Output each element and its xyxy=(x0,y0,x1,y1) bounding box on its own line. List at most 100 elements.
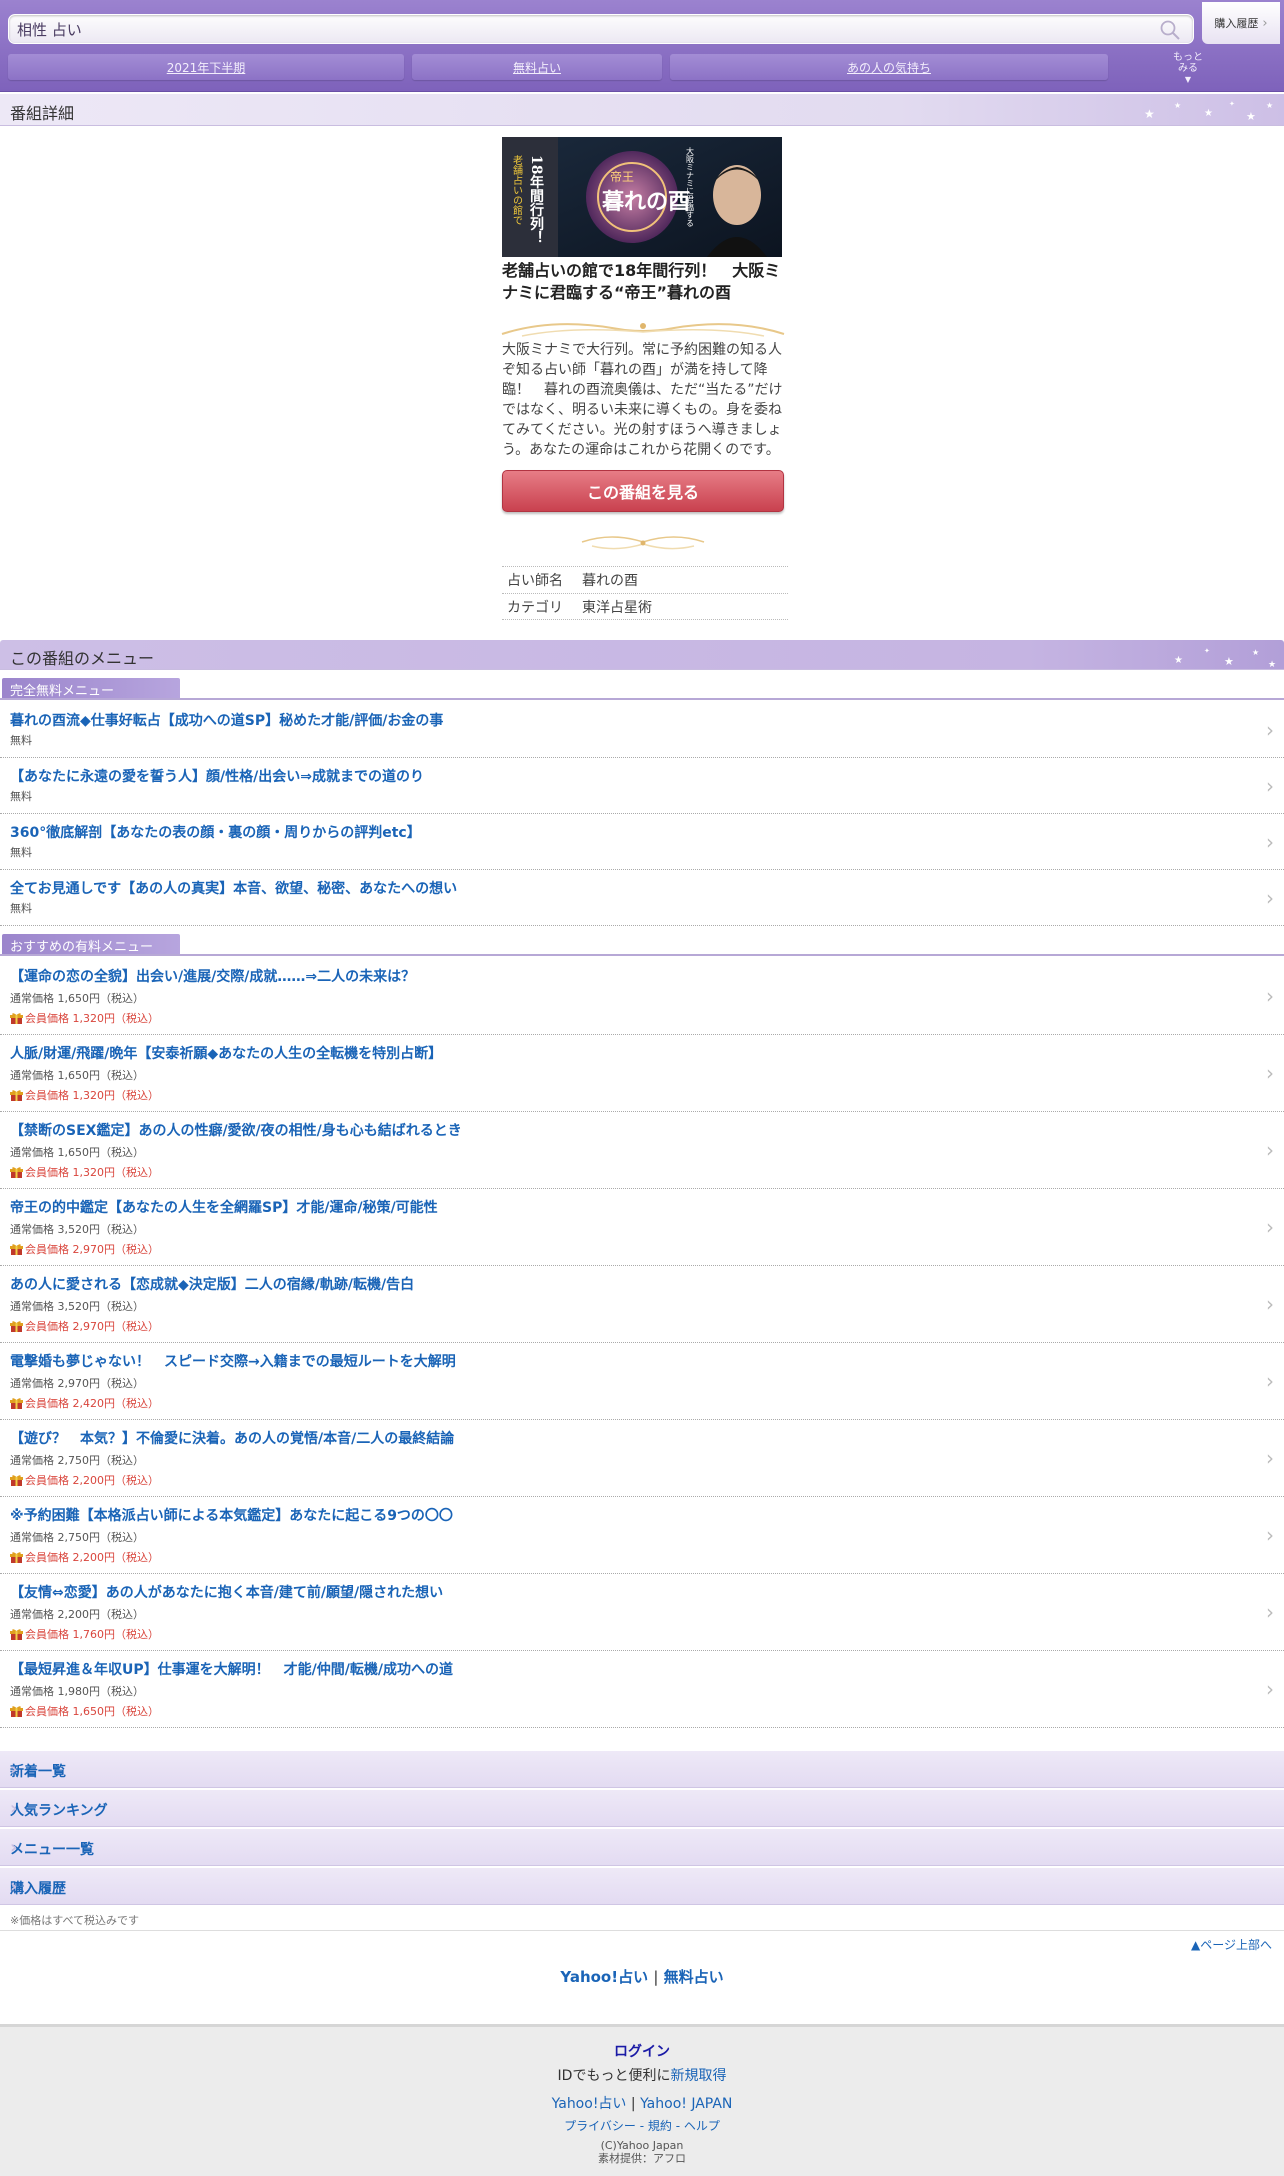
tab-their-feelings[interactable]: あの人の気持ち xyxy=(670,54,1108,80)
chevron-down-icon: ▼ xyxy=(1184,75,1192,84)
privacy-link[interactable]: プライバシー xyxy=(564,2119,636,2133)
purchase-history-link[interactable]: 購入履歴 › xyxy=(0,1867,1284,1905)
tab-free-fortune[interactable]: 無料占い xyxy=(412,54,662,80)
svg-text:★: ★ xyxy=(1204,108,1213,119)
member-gift-icon xyxy=(10,1475,23,1486)
menu-item-title: 【友情⇔恋愛】あの人があなたに抱く本音/建て前/願望/隠された想い xyxy=(10,1585,444,1601)
member-price-row: 会員価格 2,200円（税込） xyxy=(10,1549,159,1565)
member-price: 会員価格 2,200円（税込） xyxy=(25,1551,159,1564)
purchase-history-button[interactable]: 購入履歴 › xyxy=(1202,2,1280,44)
material-credit: 素材提供：アフロ xyxy=(598,2152,686,2165)
id-promo-text: IDでもっと便利に xyxy=(557,2068,671,2084)
menu-item-price: 無料 xyxy=(10,846,32,859)
member-price-row: 会員価格 1,320円（税込） xyxy=(10,1164,159,1180)
member-gift-icon xyxy=(10,1398,23,1409)
program-detail-header: 番組詳細 ★ ★ ★ ✦ ★ ★ xyxy=(0,94,1284,126)
member-price-row: 会員価格 1,650円（税込） xyxy=(10,1703,159,1719)
paid-menu-item[interactable]: 【禁断のSEX鑑定】あの人の性癖/愛欲/夜の相性/身も心も結ばれるとき 通常価格 … xyxy=(0,1112,1284,1189)
member-price: 会員価格 1,650円（税込） xyxy=(25,1705,159,1718)
paid-menu-item[interactable]: 人脈/財運/飛躍/晩年【安泰祈願◆あなたの人生の全転機を特別占断】 通常価格 1,… xyxy=(0,1035,1284,1112)
menu-item-title: ※予約困難【本格派占い師による本気鑑定】あなたに起こる9つの〇〇 xyxy=(10,1508,453,1524)
paid-menu-label: おすすめの有料メニュー xyxy=(2,934,180,955)
paid-menu-item[interactable]: 電撃婚も夢じゃない！ スピード交際→入籍までの最短ルートを大解明 通常価格 2,9… xyxy=(0,1343,1284,1420)
login-link[interactable]: ログイン xyxy=(0,2041,1284,2061)
svg-text:✦: ✦ xyxy=(1204,647,1210,655)
normal-price: 通常価格 2,970円（税込） xyxy=(10,1377,144,1390)
help-link[interactable]: ヘルプ xyxy=(684,2119,720,2133)
free-menu-item[interactable]: 【あなたに永遠の愛を誓う人】顔/性格/出会い⇒成就までの道のり 無料 › xyxy=(0,758,1284,814)
search-box[interactable] xyxy=(8,14,1194,44)
new-arrivals-link[interactable]: 新着一覧 › xyxy=(0,1750,1284,1788)
member-price-row: 会員価格 2,420円（税込） xyxy=(10,1395,159,1411)
menu-item-title: 人脈/財運/飛躍/晩年【安泰祈願◆あなたの人生の全転機を特別占断】 xyxy=(10,1046,443,1062)
chevron-right-icon: › xyxy=(1262,15,1268,31)
menu-item-title: 電撃婚も夢じゃない！ スピード交際→入籍までの最短ルートを大解明 xyxy=(10,1354,456,1370)
paid-menu-item[interactable]: 帝王の的中鑑定【あなたの人生を全網羅SP】才能/運命/秘策/可能性 通常価格 3,… xyxy=(0,1189,1284,1266)
yahoo-uranai-link[interactable]: Yahoo!占い xyxy=(560,1968,648,1986)
member-price: 会員価格 1,320円（税込） xyxy=(25,1166,159,1179)
info-row-category: カテゴリ 東洋占星術 xyxy=(502,593,788,620)
member-gift-icon xyxy=(10,1244,23,1255)
member-gift-icon xyxy=(10,1090,23,1101)
normal-price: 通常価格 2,200円（税込） xyxy=(10,1608,144,1621)
paid-menu-item[interactable]: あの人に愛される【恋成就◆決定版】二人の宿縁/軌跡/転機/告白 通常価格 3,52… xyxy=(0,1266,1284,1343)
paid-menu-item[interactable]: 【運命の恋の全貌】出会い/進展/交際/成就……⇒二人の未来は？ 通常価格 1,65… xyxy=(0,958,1284,1035)
footer-yahoo-links: Yahoo!占い | Yahoo! JAPAN xyxy=(0,2093,1284,2113)
tax-note: ※価格はすべて税込みです xyxy=(10,1914,140,1927)
chevron-right-icon: › xyxy=(10,1759,18,1780)
search-icon[interactable] xyxy=(1159,19,1181,41)
paid-menu-item[interactable]: ※予約困難【本格派占い師による本気鑑定】あなたに起こる9つの〇〇 通常価格 2,7… xyxy=(0,1497,1284,1574)
tab-2021-second-half[interactable]: 2021年下半期 xyxy=(8,54,404,80)
terms-link[interactable]: 規約 xyxy=(648,2119,672,2133)
normal-price: 通常価格 1,650円（税込） xyxy=(10,1146,144,1159)
chevron-right-icon: › xyxy=(1266,885,1274,910)
banner-text-left2: 18年間行列！ xyxy=(528,155,545,244)
member-gift-icon xyxy=(10,1321,23,1332)
menu-item-title: 【最短昇進＆年収UP】仕事運を大解明！ 才能/仲間/転機/成功への道 xyxy=(10,1662,453,1678)
footer-policy-links: プライバシー - 規約 - ヘルプ xyxy=(564,2119,720,2133)
sparkle-decoration-icon: ★ ✦ ★ ★ ★ xyxy=(1174,647,1276,670)
member-price-row: 会員価格 2,970円（税込） xyxy=(10,1241,159,1257)
yahoo-japan-link[interactable]: Yahoo! JAPAN xyxy=(640,2096,732,2112)
header: 購入履歴 › 2021年下半期 無料占い あの人の気持ち もっと みる ▼ xyxy=(0,0,1284,92)
free-menu-item[interactable]: 暮れの酉流◆仕事好転占【成功への道SP】秘めた才能/評価/お金の事 無料 › xyxy=(0,702,1284,758)
paid-menu-item[interactable]: 【遊び？ 本気？】不倫愛に決着。あの人の覚悟/本音/二人の最終結論 通常価格 2,… xyxy=(0,1420,1284,1497)
free-menu-item[interactable]: 360°徹底解剖【あなたの表の顔・裏の顔・周りからの評判etc】 無料 › xyxy=(0,814,1284,870)
program-info-table: 占い師名 暮れの酉 カテゴリ 東洋占星術 xyxy=(502,566,788,620)
svg-text:★: ★ xyxy=(1246,110,1256,123)
search-input[interactable] xyxy=(17,17,1137,41)
chevron-right-icon: › xyxy=(1266,829,1274,854)
menu-item-title: 帝王の的中鑑定【あなたの人生を全網羅SP】才能/運命/秘策/可能性 xyxy=(10,1200,438,1216)
svg-text:★: ★ xyxy=(1268,660,1276,670)
menu-item-title: 【禁断のSEX鑑定】あの人の性癖/愛欲/夜の相性/身も心も結ばれるとき xyxy=(10,1123,462,1139)
copyright: (C)Yahoo Japan xyxy=(600,2139,684,2152)
free-menu-item[interactable]: 全てお見通しです【あの人の真実】本音、欲望、秘密、あなたへの想い 無料 › xyxy=(0,870,1284,926)
page-top-link[interactable]: ▲ページ上部へ xyxy=(1191,1936,1272,1953)
member-price-row: 会員価格 1,320円（税込） xyxy=(10,1087,159,1103)
member-gift-icon xyxy=(10,1552,23,1563)
more-label-1: もっと xyxy=(1173,52,1203,63)
watch-program-button[interactable]: この番組を見る xyxy=(502,470,784,512)
paid-menu-item[interactable]: 【最短昇進＆年収UP】仕事運を大解明！ 才能/仲間/転機/成功への道 通常価格 1… xyxy=(0,1651,1284,1728)
svg-text:★: ★ xyxy=(1266,101,1273,110)
ranking-link[interactable]: 人気ランキング › xyxy=(0,1789,1284,1827)
link-separator: | xyxy=(653,1968,659,1986)
footer-yahoo-uranai-link[interactable]: Yahoo!占い xyxy=(552,2096,627,2112)
chevron-right-icon: › xyxy=(1266,1215,1274,1239)
paid-menu-item[interactable]: 【友情⇔恋愛】あの人があなたに抱く本音/建て前/願望/隠された想い 通常価格 2,… xyxy=(0,1574,1284,1651)
more-button[interactable]: もっと みる ▼ xyxy=(1164,52,1212,84)
svg-text:★: ★ xyxy=(1224,655,1234,668)
signup-link[interactable]: 新規取得 xyxy=(670,2068,726,2084)
chevron-right-icon: › xyxy=(1266,1523,1274,1547)
info-value: 暮れの酉 xyxy=(582,573,638,589)
chevron-right-icon: › xyxy=(1266,1446,1274,1470)
menu-list-link[interactable]: メニュー一覧 › xyxy=(0,1828,1284,1866)
bottom-links: Yahoo!占い | 無料占い xyxy=(0,1966,1284,1987)
member-price: 会員価格 2,970円（税込） xyxy=(25,1243,159,1256)
free-fortune-link[interactable]: 無料占い xyxy=(664,1968,724,1986)
footer: ログイン IDでもっと便利に新規取得 Yahoo!占い | Yahoo! JAP… xyxy=(0,2024,1284,2176)
menu-item-title: 360°徹底解剖【あなたの表の顔・裏の顔・周りからの評判etc】 xyxy=(10,825,421,841)
menu-item-title: あの人に愛される【恋成就◆決定版】二人の宿縁/軌跡/転機/告白 xyxy=(10,1277,415,1293)
member-gift-icon xyxy=(10,1629,23,1640)
program-banner-image[interactable]: 老舗占いの館で 18年間行列！ 帝王 暮れの酉 大阪ミナミに君臨する xyxy=(502,137,782,257)
